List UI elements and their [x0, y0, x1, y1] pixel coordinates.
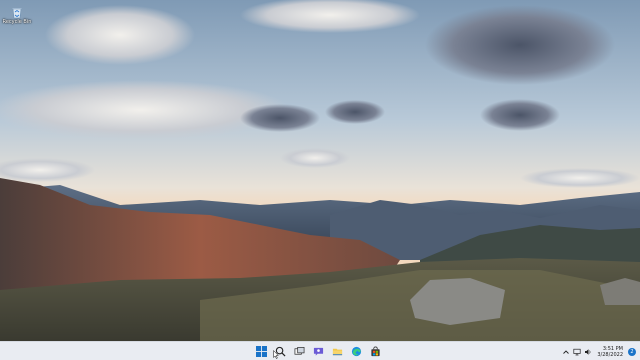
file-explorer-icon: [332, 348, 343, 356]
edge-icon: [351, 346, 362, 357]
network-icon: [573, 348, 581, 355]
volume-button[interactable]: [584, 348, 592, 356]
show-hidden-icons-button[interactable]: [562, 348, 570, 356]
start-button[interactable]: [254, 344, 269, 359]
task-view-icon: [294, 347, 305, 355]
system-tray: 3:51 PM 3/28/2022 2: [562, 344, 636, 359]
chat-icon: [313, 347, 324, 356]
recycle-bin-icon: [10, 4, 24, 19]
taskbar: 3:51 PM 3/28/2022 2: [0, 341, 640, 360]
notification-badge[interactable]: 2: [628, 347, 636, 356]
recycle-bin-label: Recycle Bin: [2, 19, 32, 25]
store-icon: [371, 346, 380, 357]
desktop-wallpaper: [0, 0, 640, 341]
recycle-bin-shortcut[interactable]: Recycle Bin: [2, 4, 32, 25]
chevron-up-icon: [563, 349, 570, 354]
speaker-icon: [585, 348, 591, 355]
file-explorer-button[interactable]: [330, 344, 345, 359]
task-view-button[interactable]: [292, 344, 307, 359]
clock-button[interactable]: 3:51 PM 3/28/2022: [597, 346, 623, 358]
edge-button[interactable]: [349, 344, 364, 359]
chat-button[interactable]: [311, 344, 326, 359]
windows-start-icon: [256, 346, 267, 357]
mouse-pointer-icon: [273, 350, 279, 359]
store-button[interactable]: [368, 344, 383, 359]
clock-date: 3/28/2022: [597, 351, 623, 358]
network-button[interactable]: [573, 348, 581, 356]
